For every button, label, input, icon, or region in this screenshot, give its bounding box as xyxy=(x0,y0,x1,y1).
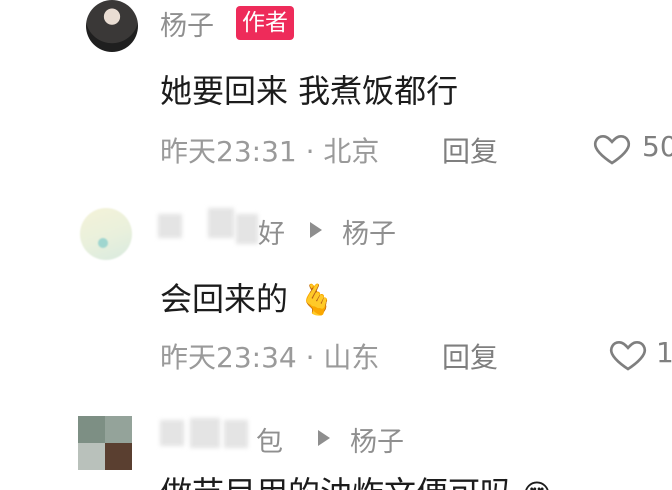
comment-username[interactable]: 包 xyxy=(256,420,283,459)
reply-button[interactable]: 回复 xyxy=(442,336,498,376)
like-count: 50 xyxy=(642,130,672,163)
reply-to-username[interactable]: 杨子 xyxy=(342,212,396,251)
heart-outline-icon xyxy=(609,340,647,371)
like-button[interactable] xyxy=(592,128,632,168)
heart-outline-icon xyxy=(593,134,631,165)
meta-separator: · xyxy=(305,341,315,374)
comment-text: 做节目用的油炸文便可吗 😍 xyxy=(160,468,551,490)
blurred-username xyxy=(224,420,248,448)
comment-time: 昨天23:31 xyxy=(160,135,297,168)
blurred-username xyxy=(236,214,258,244)
heart-eyes-emoji: 😍 xyxy=(522,478,551,490)
reply-arrow-icon xyxy=(318,430,330,446)
avatar[interactable] xyxy=(86,0,138,52)
like-button[interactable] xyxy=(608,334,648,374)
blurred-username xyxy=(160,420,184,446)
blurred-username xyxy=(208,208,234,238)
reply-arrow-icon xyxy=(310,222,322,238)
comment-text-body: 会回来的 xyxy=(160,280,289,318)
avatar[interactable] xyxy=(78,416,132,470)
comment-username[interactable]: 杨子 xyxy=(160,4,214,43)
comment-location: 山东 xyxy=(323,341,380,374)
reply-to-username[interactable]: 杨子 xyxy=(350,420,404,459)
finger-heart-emoji: 🫰 xyxy=(298,283,336,318)
meta-separator: · xyxy=(305,135,315,168)
avatar[interactable] xyxy=(80,208,132,260)
author-badge: 作者 xyxy=(236,6,294,40)
blurred-username xyxy=(158,214,182,238)
comment-username[interactable]: 好 xyxy=(258,212,285,251)
comment-meta: 昨天23:31 · 北京 xyxy=(160,130,379,170)
comment-time: 昨天23:34 xyxy=(160,341,297,374)
comment-location: 北京 xyxy=(323,135,380,168)
like-count: 1 xyxy=(656,336,672,369)
blurred-username xyxy=(190,418,220,448)
comment-text-body: 做节目用的油炸文便可吗 xyxy=(160,474,512,490)
reply-button[interactable]: 回复 xyxy=(442,130,498,170)
comment-text: 会回来的 🫰 xyxy=(160,274,336,320)
comment-text: 她要回来 我煮饭都行 xyxy=(160,72,459,110)
comment-meta: 昨天23:34 · 山东 xyxy=(160,336,379,376)
